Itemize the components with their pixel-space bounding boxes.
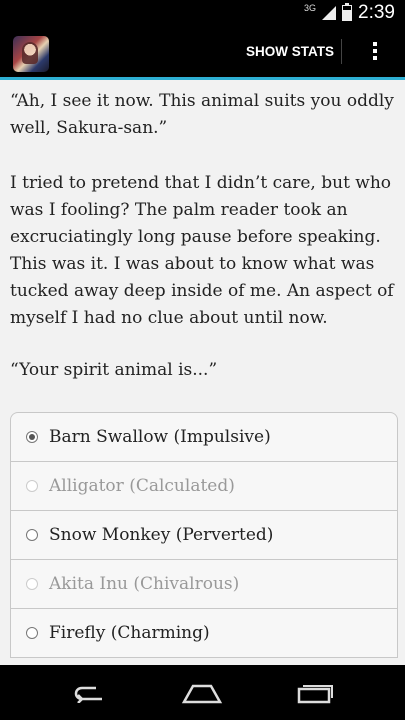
story-content[interactable]: “Ah, I see it now. This animal suits you… [0, 80, 405, 665]
story-paragraph: I tried to pretend that I didn’t care, b… [10, 173, 394, 328]
back-icon[interactable] [50, 665, 130, 720]
status-bar: 3G 2:39 [0, 0, 405, 25]
choice-label: Barn Swallow (Impulsive) [49, 427, 271, 447]
choice-option[interactable]: Snow Monkey (Perverted) [11, 511, 397, 560]
action-divider [341, 39, 342, 64]
choice-label: Akita Inu (Chivalrous) [49, 574, 240, 594]
radio-icon[interactable] [26, 529, 38, 541]
status-icons: 3G 2:39 [304, 2, 395, 24]
choice-option[interactable]: Akita Inu (Chivalrous) [11, 560, 397, 609]
navigation-bar [0, 665, 405, 720]
story-paragraph: “Your spirit animal is...” [10, 360, 218, 380]
choice-label: Snow Monkey (Perverted) [49, 525, 274, 545]
choice-label: Alligator (Calculated) [49, 476, 235, 496]
choice-label: Firefly (Charming) [49, 623, 210, 643]
recent-apps-icon[interactable] [275, 665, 355, 720]
app-icon[interactable] [13, 36, 49, 72]
signal-icon [322, 6, 337, 20]
choice-option[interactable]: Barn Swallow (Impulsive) [11, 413, 397, 462]
choice-list: Barn Swallow (Impulsive) Alligator (Calc… [10, 412, 398, 658]
clock: 2:39 [358, 2, 395, 23]
radio-icon[interactable] [26, 578, 38, 590]
network-type: 3G [304, 3, 317, 13]
battery-icon [342, 3, 353, 21]
choice-option[interactable]: Firefly (Charming) [11, 609, 397, 658]
action-bar: SHOW STATS [0, 25, 405, 80]
story-paragraph: “Ah, I see it now. This animal suits you… [10, 91, 394, 138]
overflow-menu-icon[interactable] [355, 25, 395, 77]
radio-icon[interactable] [26, 480, 38, 492]
home-icon[interactable] [162, 665, 242, 720]
radio-icon[interactable] [26, 431, 38, 443]
show-stats-button[interactable]: SHOW STATS [240, 25, 340, 77]
choice-option[interactable]: Alligator (Calculated) [11, 462, 397, 511]
radio-icon[interactable] [26, 627, 38, 639]
